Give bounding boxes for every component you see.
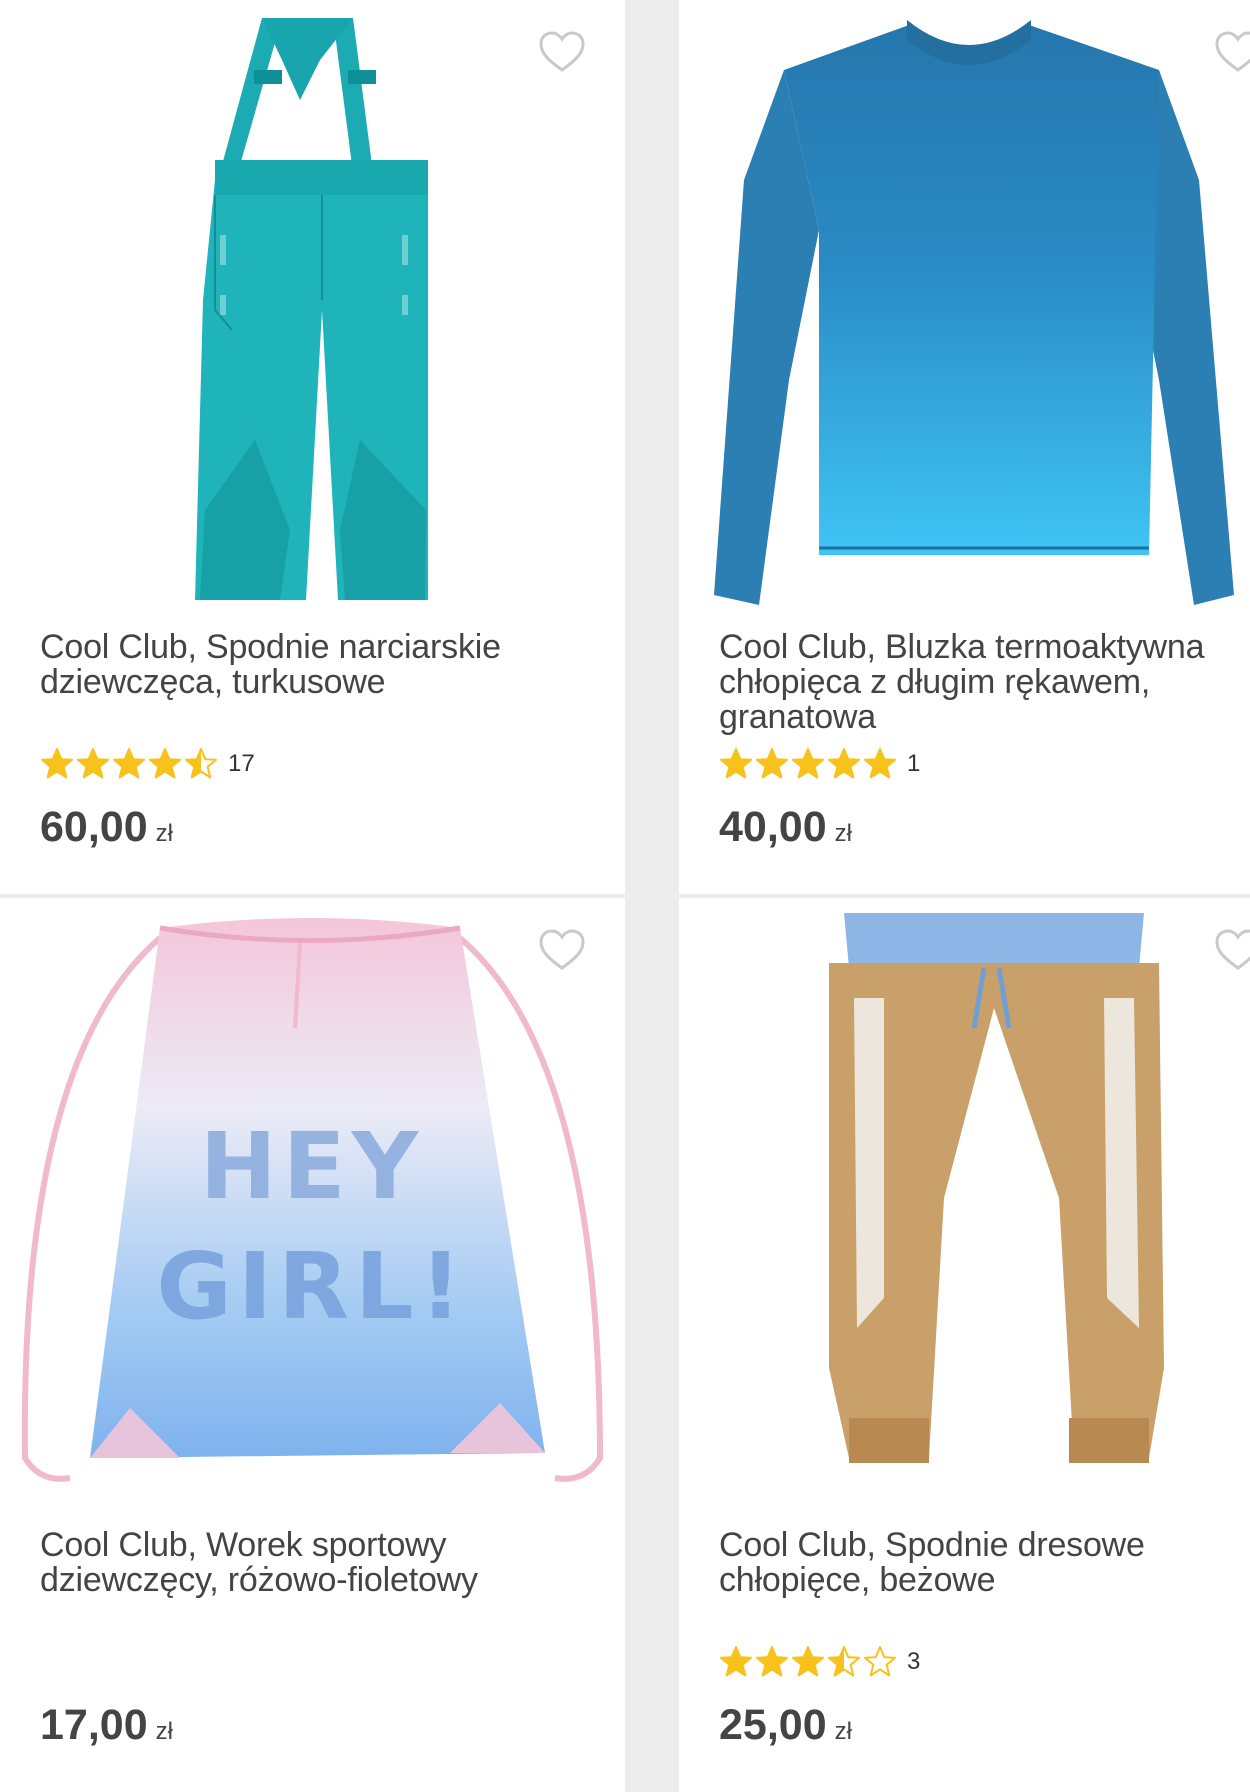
rating: 17 [40,747,255,781]
product-card[interactable]: Cool Club, Spodnie narciarskie dziewczęc… [0,0,625,894]
star-full-icon [828,748,860,779]
heart-outline-icon[interactable] [538,928,586,972]
star-full-icon [756,748,788,779]
price-value: 25,00 [719,1701,827,1749]
product-grid: Cool Club, Spodnie narciarskie dziewczęc… [0,0,1250,1792]
star-full-icon [41,748,73,779]
star-full-icon [113,748,145,779]
price-value: 17,00 [40,1701,148,1749]
star-full-icon [864,748,896,779]
star-full-icon [792,1646,824,1677]
rating-count: 1 [907,750,921,777]
star-empty-icon [864,1646,896,1677]
star-full-icon [756,1646,788,1677]
product-card[interactable]: Cool Club, Bluzka termoaktywna chłopięca… [679,0,1250,894]
rating: 1 [719,747,920,781]
bag-print-text: HEY [200,1113,424,1220]
star-full-icon [77,748,109,779]
rating-stars [719,1645,899,1679]
rating-count: 17 [228,750,255,777]
rating-stars [40,747,220,781]
heart-outline-icon[interactable] [1214,30,1250,74]
star-full-icon [149,748,181,779]
price: 25,00 zł [719,1701,852,1750]
price: 60,00 zł [40,803,173,852]
currency: zł [155,1718,173,1745]
star-full-icon [720,1646,752,1677]
product-image[interactable]: HEY GIRL! [0,898,625,1508]
price: 17,00 zł [40,1701,173,1750]
currency: zł [834,820,852,847]
heart-outline-icon[interactable] [1214,928,1250,972]
star-half-icon [185,748,217,779]
price-value: 60,00 [40,803,148,851]
rating-count: 3 [907,1648,921,1675]
heart-outline-icon[interactable] [538,30,586,74]
product-title[interactable]: Cool Club, Spodnie dresowe chłopięce, be… [719,1528,1234,1598]
product-image[interactable] [0,0,625,610]
product-card[interactable]: Cool Club, Spodnie dresowe chłopięce, be… [679,898,1250,1792]
star-full-icon [792,748,824,779]
star-half-icon [828,1646,860,1677]
price: 40,00 zł [719,803,852,852]
currency: zł [155,820,173,847]
product-image[interactable] [679,0,1250,610]
star-full-icon [720,748,752,779]
bag-print-text: GIRL! [156,1233,467,1340]
rating-stars [719,747,899,781]
rating: 3 [719,1645,920,1679]
price-value: 40,00 [719,803,827,851]
product-title[interactable]: Cool Club, Worek sportowy dziewczęcy, ró… [40,1528,560,1598]
currency: zł [834,1718,852,1745]
product-title[interactable]: Cool Club, Bluzka termoaktywna chłopięca… [719,630,1234,735]
product-card[interactable]: HEY GIRL! Cool Club, Worek sportowy dzie… [0,898,625,1792]
product-image[interactable] [679,898,1250,1508]
product-title[interactable]: Cool Club, Spodnie narciarskie dziewczęc… [40,630,560,700]
